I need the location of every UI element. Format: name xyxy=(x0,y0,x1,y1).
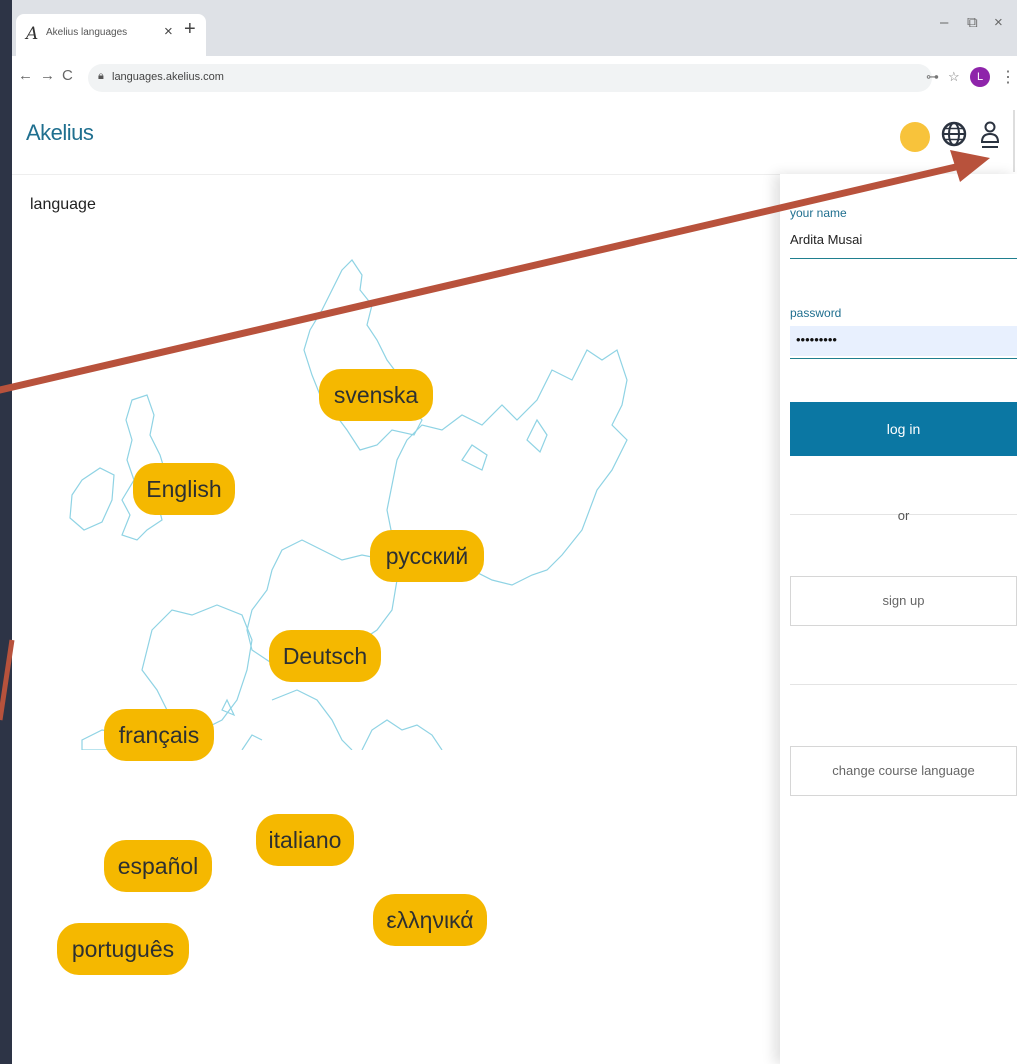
browser-toolbar: ← → C 🔒︎ languages.akelius.com ⊶ ☆ L ⋮ xyxy=(12,56,1017,101)
browser-menu-icon[interactable]: ⋮ xyxy=(1000,67,1016,87)
name-field-label: your name xyxy=(790,206,847,220)
reload-icon[interactable]: C xyxy=(62,67,73,84)
language-pill-portugues[interactable]: português xyxy=(57,923,189,975)
tab-strip: A Akelius languages × + – ⧉ × xyxy=(12,0,1017,56)
restore-button[interactable]: ⧉ xyxy=(967,14,978,31)
minimize-button[interactable]: – xyxy=(940,14,948,31)
password-field[interactable]: ••••••••• xyxy=(790,326,1017,356)
bookmark-star-icon[interactable]: ☆ xyxy=(948,69,960,85)
login-button[interactable]: log in xyxy=(790,402,1017,456)
profile-avatar[interactable]: L xyxy=(970,67,990,87)
language-pill-italiano[interactable]: italiano xyxy=(256,814,354,866)
password-value: ••••••••• xyxy=(796,332,837,347)
back-icon[interactable]: ← xyxy=(18,67,33,84)
sun-avatar-icon[interactable] xyxy=(900,122,930,152)
language-pill-deutsch[interactable]: Deutsch xyxy=(269,630,381,682)
language-pill-greek[interactable]: ελληνικά xyxy=(373,894,487,946)
browser-tab[interactable]: A Akelius languages × xyxy=(16,14,206,56)
url-text: languages.akelius.com xyxy=(112,71,224,83)
browser-window: A Akelius languages × + – ⧉ × ← → C 🔒︎ l… xyxy=(12,0,1017,1064)
name-field-underline xyxy=(790,258,1017,259)
key-icon[interactable]: ⊶ xyxy=(926,69,939,85)
tab-title: Akelius languages xyxy=(46,27,128,38)
app-header: Akelius xyxy=(12,100,1017,175)
lock-icon: 🔒︎ xyxy=(98,70,104,82)
change-course-language-button[interactable]: change course language xyxy=(790,746,1017,796)
header-divider xyxy=(1013,110,1015,172)
language-pill-espanol[interactable]: español xyxy=(104,840,212,892)
name-field[interactable]: Ardita Musai xyxy=(790,232,862,247)
language-pill-english[interactable]: English xyxy=(133,463,235,515)
close-window-button[interactable]: × xyxy=(994,14,1003,31)
akelius-favicon-icon: A xyxy=(26,24,39,44)
new-tab-button[interactable]: + xyxy=(184,18,196,41)
language-pill-francais[interactable]: français xyxy=(104,709,214,761)
slide-frame-left xyxy=(0,0,12,1064)
language-pill-russian[interactable]: русский xyxy=(370,530,484,582)
tab-close-icon[interactable]: × xyxy=(164,23,173,40)
or-text: or xyxy=(897,508,910,523)
signup-button[interactable]: sign up xyxy=(790,576,1017,626)
globe-icon[interactable] xyxy=(940,120,968,148)
forward-icon[interactable]: → xyxy=(40,67,55,84)
language-pill-svenska[interactable]: svenska xyxy=(319,369,433,421)
address-bar[interactable]: 🔒︎ languages.akelius.com xyxy=(88,64,932,92)
login-panel: your name Ardita Musai password ••••••••… xyxy=(780,174,1017,1064)
user-icon[interactable] xyxy=(978,118,1002,150)
password-field-label: password xyxy=(790,306,842,320)
akelius-logo[interactable]: Akelius xyxy=(26,120,94,146)
divider xyxy=(790,684,1017,685)
password-field-underline xyxy=(790,358,1017,359)
language-heading: language xyxy=(30,196,96,213)
